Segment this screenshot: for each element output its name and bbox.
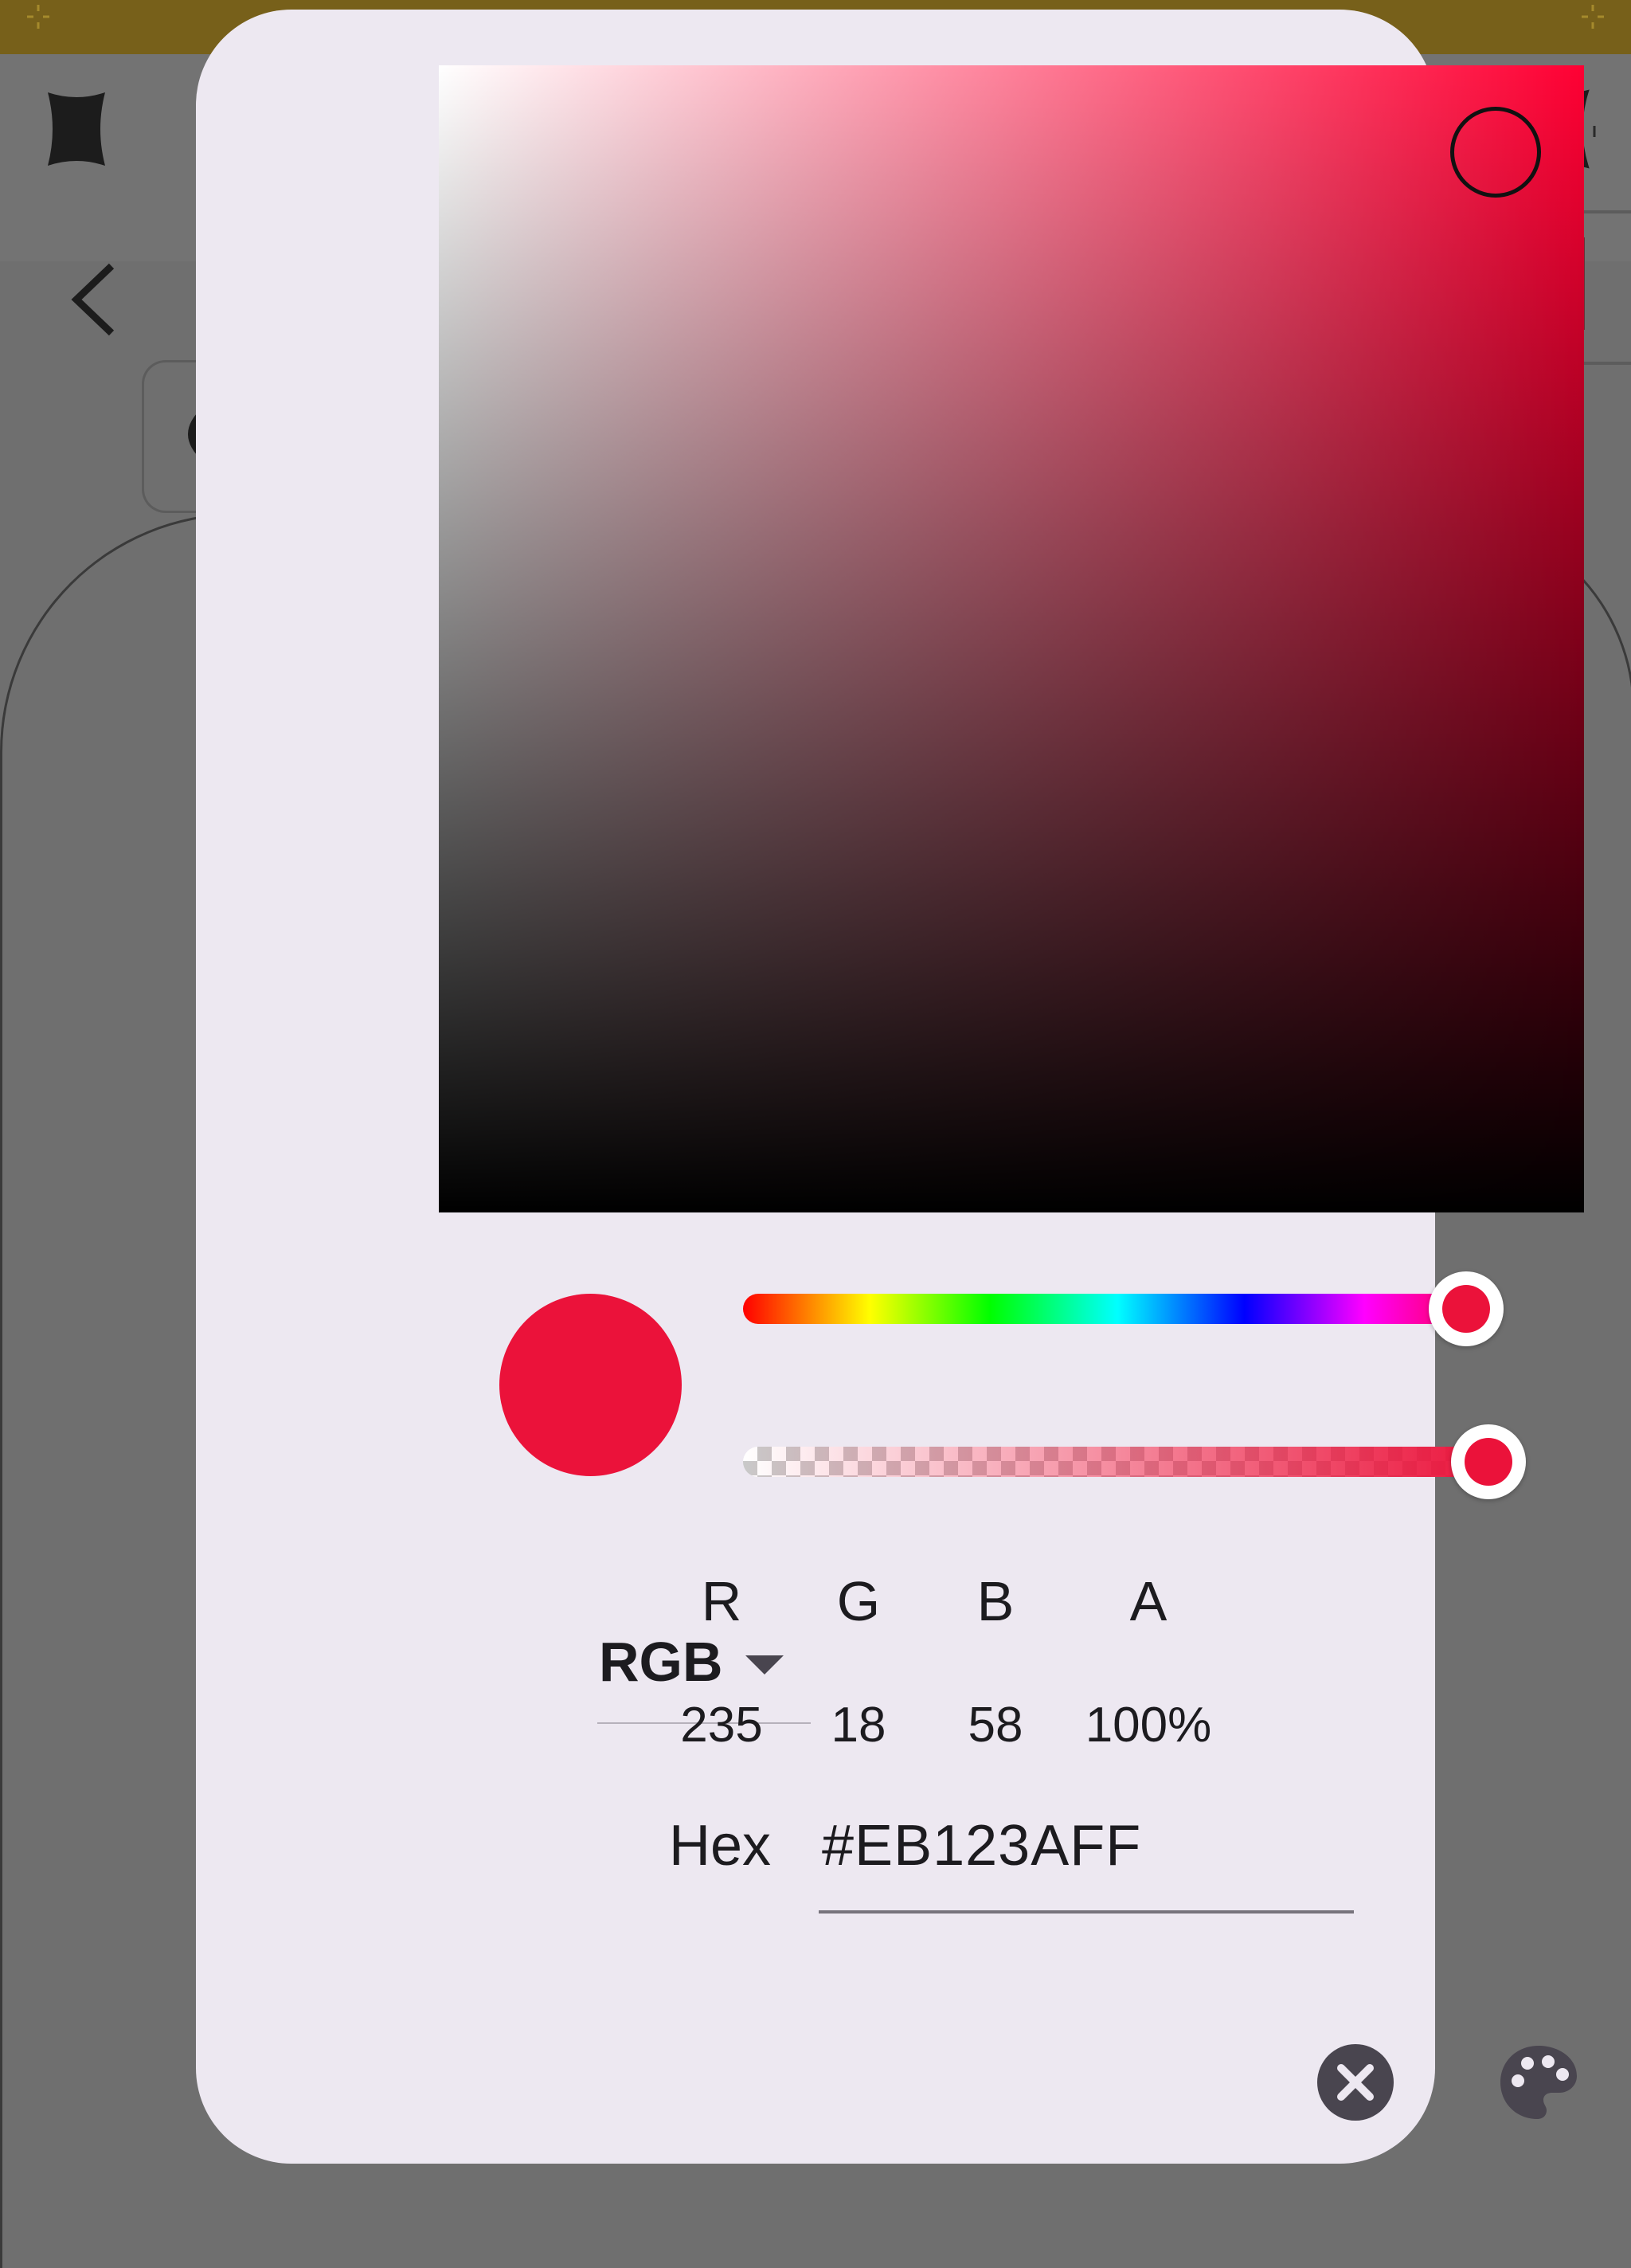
hue-slider-thumb[interactable] <box>1429 1271 1504 1346</box>
close-circle-icon[interactable] <box>1316 2043 1395 2122</box>
channel-value-b[interactable]: 58 <box>916 1697 1075 1753</box>
channel-label-a: A <box>1129 1570 1168 1632</box>
alpha-slider[interactable] <box>743 1447 1500 1477</box>
channel-value-r[interactable]: 235 <box>642 1697 801 1753</box>
hex-input[interactable]: #EB123AFF <box>822 1813 1141 1878</box>
back-chevron-icon[interactable] <box>65 260 121 339</box>
dropdown-caret-icon <box>745 1655 784 1675</box>
channel-label-b: B <box>976 1570 1015 1632</box>
status-sparkle-icon <box>1582 5 1604 29</box>
color-picker-dialog: RGB R G B A 235 18 58 100% Hex #EB123AFF <box>196 10 1584 2164</box>
status-sparkle-icon <box>27 5 49 29</box>
channel-label-g: G <box>836 1570 881 1632</box>
channel-value-g[interactable]: 18 <box>779 1697 938 1753</box>
color-preview-circle <box>499 1294 682 1476</box>
saturation-value-square[interactable] <box>439 65 1584 1212</box>
barrel-distortion-icon[interactable] <box>43 89 110 169</box>
channel-label-r: R <box>701 1570 742 1632</box>
color-mode-label: RGB <box>599 1631 723 1693</box>
palette-icon[interactable] <box>1499 2043 1578 2122</box>
saturation-value-cursor[interactable] <box>1450 107 1541 198</box>
hue-slider[interactable] <box>743 1294 1492 1324</box>
hex-field[interactable]: #EB123AFF <box>819 1802 1354 1914</box>
hex-label: Hex <box>669 1814 772 1878</box>
channel-value-a[interactable]: 100% <box>1069 1697 1228 1753</box>
alpha-slider-thumb[interactable] <box>1451 1424 1526 1499</box>
